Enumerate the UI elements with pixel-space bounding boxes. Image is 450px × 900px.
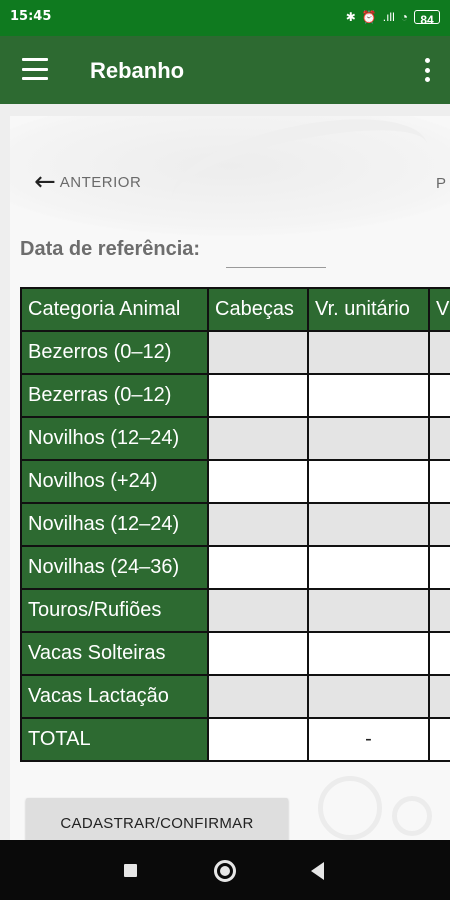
table-row: Novilhos (12–24) bbox=[20, 416, 450, 461]
alarm-icon: ⏰ bbox=[361, 10, 377, 24]
valor-cell bbox=[428, 674, 450, 719]
hamburger-menu-icon[interactable] bbox=[22, 58, 48, 80]
valor-cell bbox=[428, 330, 450, 375]
cabecas-cell[interactable] bbox=[207, 330, 309, 375]
cabecas-cell[interactable] bbox=[207, 631, 309, 676]
herd-table: Categoria Animal Cabeças Vr. unitário V … bbox=[20, 287, 450, 762]
vr-unitario-cell[interactable] bbox=[307, 373, 430, 418]
total-vr-unitario-cell: - bbox=[307, 717, 430, 762]
valor-cell bbox=[428, 588, 450, 633]
vr-unitario-cell[interactable] bbox=[307, 674, 430, 719]
category-cell: Vacas Solteiras bbox=[20, 631, 209, 676]
valor-cell bbox=[428, 502, 450, 547]
category-cell: Vacas Lactação bbox=[20, 674, 209, 719]
cabecas-cell[interactable] bbox=[207, 502, 309, 547]
category-cell: Bezerros (0–12) bbox=[20, 330, 209, 375]
date-label: Data de referência: bbox=[20, 238, 201, 260]
valor-cell bbox=[428, 373, 450, 418]
status-icons: ✱ ⏰ .ıll ◔ 84 bbox=[345, 8, 440, 27]
cabecas-cell[interactable] bbox=[207, 545, 309, 590]
category-cell: Bezerras (0–12) bbox=[20, 373, 209, 418]
vr-unitario-cell[interactable] bbox=[307, 330, 430, 375]
total-cabecas-cell bbox=[207, 717, 309, 762]
tractor-wheel-watermark bbox=[392, 796, 432, 836]
signal-icon: .ıll bbox=[382, 10, 395, 24]
status-time: 15:45 bbox=[10, 9, 52, 24]
cabecas-cell[interactable] bbox=[207, 416, 309, 461]
date-field[interactable] bbox=[226, 240, 326, 268]
app-bar: Rebanho bbox=[0, 36, 450, 104]
header-vr-unitario: Vr. unitário bbox=[307, 287, 430, 332]
table-header-row: Categoria Animal Cabeças Vr. unitário V bbox=[20, 287, 450, 332]
table-row: Bezerros (0–12) bbox=[20, 330, 450, 375]
header-valor: V bbox=[428, 287, 450, 332]
category-cell: Novilhos (12–24) bbox=[20, 416, 209, 461]
vr-unitario-cell[interactable] bbox=[307, 631, 430, 676]
vr-unitario-cell[interactable] bbox=[307, 545, 430, 590]
total-label-cell: TOTAL bbox=[20, 717, 209, 762]
vr-unitario-cell[interactable] bbox=[307, 502, 430, 547]
header-cabecas: Cabeças bbox=[207, 287, 309, 332]
status-bar: 15:45 ✱ ⏰ .ıll ◔ 84 bbox=[0, 0, 450, 36]
herd-table-container: Categoria Animal Cabeças Vr. unitário V … bbox=[20, 287, 450, 762]
category-cell: Novilhas (24–36) bbox=[20, 545, 209, 590]
previous-label: ANTERIOR bbox=[59, 173, 142, 191]
category-cell: Novilhos (+24) bbox=[20, 459, 209, 504]
battery-icon: 84 bbox=[414, 10, 440, 27]
next-button[interactable]: P bbox=[436, 175, 450, 192]
tractor-wheel-watermark bbox=[318, 776, 382, 840]
bluetooth-icon: ✱ bbox=[345, 10, 356, 24]
table-row: Touros/Rufiões bbox=[20, 588, 450, 633]
wifi-icon: ◔ bbox=[400, 10, 408, 24]
vr-unitario-cell[interactable] bbox=[307, 416, 430, 461]
arrow-left-icon: ← bbox=[34, 167, 56, 197]
table-row: Novilhas (24–36) bbox=[20, 545, 450, 590]
recents-icon[interactable] bbox=[124, 864, 137, 877]
page-title: Rebanho bbox=[90, 58, 185, 83]
table-total-row: TOTAL - bbox=[20, 717, 450, 762]
home-icon[interactable] bbox=[214, 860, 236, 882]
table-row: Bezerras (0–12) bbox=[20, 373, 450, 418]
previous-button[interactable]: ← ANTERIOR bbox=[34, 167, 142, 197]
table-row: Novilhos (+24) bbox=[20, 459, 450, 504]
header-categoria: Categoria Animal bbox=[20, 287, 209, 332]
vr-unitario-cell[interactable] bbox=[307, 459, 430, 504]
category-cell: Novilhas (12–24) bbox=[20, 502, 209, 547]
table-row: Novilhas (12–24) bbox=[20, 502, 450, 547]
table-row: Vacas Solteiras bbox=[20, 631, 450, 676]
cabecas-cell[interactable] bbox=[207, 459, 309, 504]
back-icon[interactable] bbox=[311, 862, 324, 880]
valor-cell bbox=[428, 631, 450, 676]
vr-unitario-cell[interactable] bbox=[307, 588, 430, 633]
cabecas-cell[interactable] bbox=[207, 588, 309, 633]
total-valor-cell bbox=[428, 717, 450, 762]
cabecas-cell[interactable] bbox=[207, 373, 309, 418]
cabecas-cell[interactable] bbox=[207, 674, 309, 719]
table-row: Vacas Lactação bbox=[20, 674, 450, 719]
valor-cell bbox=[428, 416, 450, 461]
category-cell: Touros/Rufiões bbox=[20, 588, 209, 633]
valor-cell bbox=[428, 459, 450, 504]
system-nav-bar bbox=[0, 840, 450, 900]
valor-cell bbox=[428, 545, 450, 590]
overflow-menu-icon[interactable] bbox=[422, 58, 432, 82]
